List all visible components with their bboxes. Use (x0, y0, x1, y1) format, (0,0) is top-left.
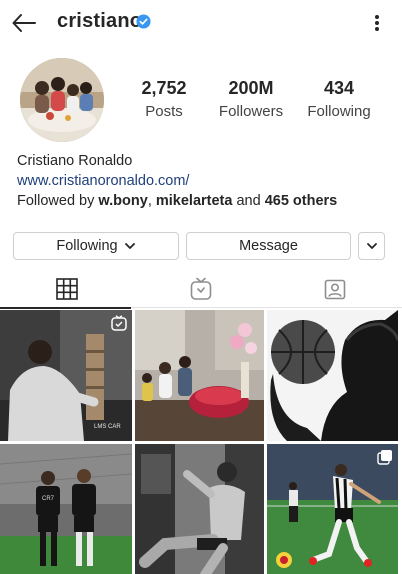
followed-by-separator: , (147, 193, 156, 209)
profile-bio: Cristiano Ronaldo www.cristianoronaldo.c… (17, 151, 392, 211)
followers-label: Followers (218, 103, 284, 120)
post-thumbnail[interactable] (267, 310, 398, 441)
tv-icon (190, 277, 212, 300)
tagged-person-icon (324, 279, 346, 300)
following-button[interactable]: Following (13, 232, 179, 260)
posts-label: Posts (145, 103, 183, 120)
active-tab-indicator (0, 307, 131, 309)
grid-icon (56, 278, 78, 300)
followers-stat[interactable]: 200M Followers (216, 78, 286, 120)
following-count: 434 (323, 78, 355, 98)
tab-tagged[interactable] (268, 270, 402, 308)
tab-igtv[interactable] (134, 270, 268, 308)
followers-count: 200M (228, 78, 274, 98)
carousel-badge (377, 449, 393, 465)
post-thumbnail[interactable]: LMS CAR (0, 310, 132, 441)
message-button-label: Message (239, 238, 298, 254)
full-name: Cristiano Ronaldo (17, 153, 133, 169)
posts-count: 2,752 (141, 78, 187, 98)
followed-by-others[interactable]: 465 others (265, 193, 338, 209)
verified-badge-icon (136, 14, 151, 29)
shirt-logo: CR7 (42, 496, 55, 502)
post-watermark: LMS CAR (94, 424, 121, 430)
more-vertical-icon (375, 15, 379, 31)
profile-username: cristiano (57, 10, 143, 32)
igtv-badge (111, 315, 127, 331)
followed-by-line[interactable]: Followed by w.bony, mikelarteta and 465 … (17, 191, 392, 211)
more-options-button[interactable] (368, 12, 386, 34)
post-thumbnail[interactable] (135, 310, 264, 441)
posts-stat: 2,752 Posts (136, 78, 192, 120)
post-image (267, 310, 398, 441)
back-button[interactable] (10, 10, 38, 36)
post-thumbnail[interactable] (135, 444, 264, 574)
chevron-down-icon (124, 243, 135, 249)
suggested-accounts-button[interactable] (358, 232, 385, 260)
post-thumbnail[interactable]: CR7 (0, 444, 132, 574)
followed-by-prefix: Followed by (17, 193, 99, 209)
profile-avatar[interactable] (20, 58, 104, 142)
website-link[interactable]: www.cristianoronaldo.com/ (17, 171, 392, 191)
profile-tabs (0, 270, 402, 309)
following-label: Following (307, 103, 371, 120)
post-image: CR7 (0, 444, 132, 574)
followed-by-user-1[interactable]: w.bony (98, 193, 147, 209)
followed-by-and: and (232, 193, 265, 209)
chevron-down-icon (366, 243, 377, 249)
post-image (135, 310, 264, 441)
igtv-icon (111, 315, 127, 331)
carousel-icon (377, 450, 392, 465)
tab-grid[interactable] (0, 270, 134, 309)
message-button[interactable]: Message (186, 232, 351, 260)
arrow-left-icon (12, 14, 36, 32)
post-thumbnail[interactable] (267, 444, 398, 574)
top-bar: cristiano (0, 0, 402, 46)
following-stat[interactable]: 434 Following (303, 78, 375, 120)
avatar-image (20, 58, 104, 142)
followed-by-user-2[interactable]: mikelarteta (156, 193, 233, 209)
following-button-label: Following (56, 238, 118, 254)
post-image (135, 444, 264, 574)
